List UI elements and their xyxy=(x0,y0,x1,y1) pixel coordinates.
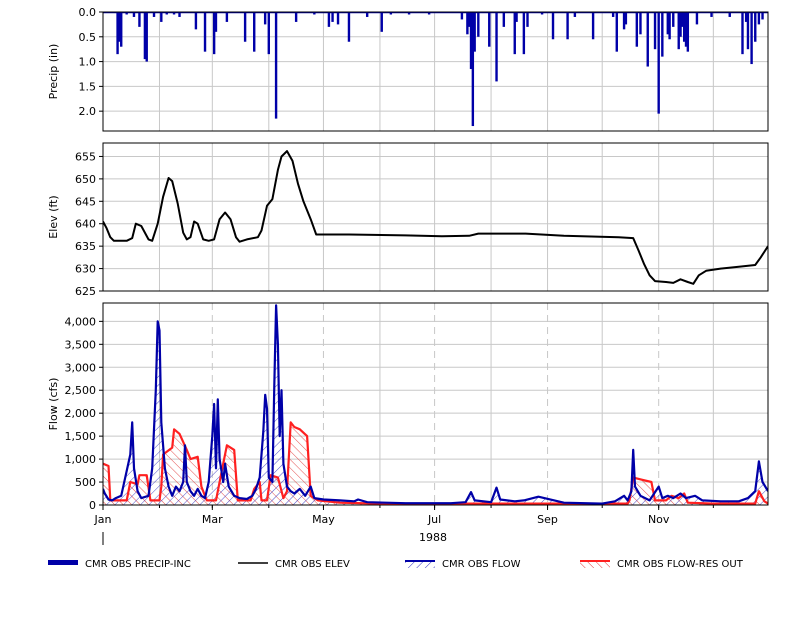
precip-bar xyxy=(214,12,218,32)
precip-bar xyxy=(120,12,123,47)
y-tick-label: 0 xyxy=(89,499,96,512)
x-tick-label: Sep xyxy=(537,513,558,526)
x-tick-label: Mar xyxy=(202,513,223,526)
legend-item: CMR OBS FLOW-RES OUT xyxy=(580,559,744,570)
hydrograph-svg: 0.0 0.5 1.0 1.5 2.0 Precip (in) 625 630 635 640 64… xyxy=(47,6,769,570)
legend-swatch-hatch xyxy=(580,561,610,568)
legend-swatch-hatch xyxy=(405,561,435,568)
elev-line xyxy=(103,150,768,285)
precip-bar xyxy=(160,12,163,22)
precip-bar xyxy=(347,12,351,42)
precip-bar xyxy=(526,12,529,27)
y-tick-label: 1.5 xyxy=(79,80,97,93)
y-tick-label: 640 xyxy=(75,218,96,231)
x-tick-label: Jan xyxy=(94,513,112,526)
legend-item: CMR OBS PRECIP-INC xyxy=(48,559,191,570)
y-tick-label: 650 xyxy=(75,173,96,186)
precip-bar xyxy=(488,12,491,47)
precip-bar xyxy=(746,12,750,50)
y-tick-label: 1,000 xyxy=(65,453,97,466)
precip-bar xyxy=(225,12,229,22)
y-tick-label: 2.0 xyxy=(79,105,97,118)
y-tick-label: 3,000 xyxy=(65,361,97,374)
precip-bar xyxy=(741,12,744,55)
flow-line xyxy=(103,304,768,505)
y-tick-label: 2,000 xyxy=(65,407,97,420)
precip-bar xyxy=(138,12,141,27)
legend-label: CMR OBS PRECIP-INC xyxy=(85,559,191,570)
y-tick-label: 655 xyxy=(75,150,96,163)
precip-bar xyxy=(646,12,649,67)
precip-bar xyxy=(639,12,642,35)
precip-bar xyxy=(757,12,761,25)
y-tick-label: 4,000 xyxy=(65,315,97,328)
flow-hatch xyxy=(103,305,768,505)
precip-bar xyxy=(502,12,506,27)
y-tick-label: 630 xyxy=(75,263,96,276)
precip-bar xyxy=(551,12,555,40)
precip-bar xyxy=(515,12,518,22)
precip-bar xyxy=(657,12,660,114)
precip-bar xyxy=(686,12,690,52)
precip-bar xyxy=(253,12,256,52)
flow-series xyxy=(103,304,768,505)
y-tick-label: 625 xyxy=(75,285,96,298)
y-axis-title: Precip (in) xyxy=(47,44,60,100)
precip-bar xyxy=(695,12,699,25)
precip-bar xyxy=(294,12,298,22)
precip-bar xyxy=(661,12,664,57)
precip-bar xyxy=(380,12,383,32)
precip-bar xyxy=(672,12,675,27)
panel-frame xyxy=(102,302,769,506)
y-tick-label: 1.0 xyxy=(79,56,97,69)
precip-bar xyxy=(263,12,267,25)
precip-bar xyxy=(473,12,476,52)
precip-bars xyxy=(103,12,768,127)
res-out-line xyxy=(103,421,768,505)
y-tick-label: 645 xyxy=(75,195,96,208)
legend-item: CMR OBS ELEV xyxy=(238,559,350,570)
y-axis-title: Elev (ft) xyxy=(47,195,60,238)
y-tick-label: 500 xyxy=(75,476,96,489)
legend-label: CMR OBS FLOW xyxy=(442,559,521,570)
precip-bar xyxy=(331,12,334,22)
precip-bar xyxy=(635,12,639,47)
precip-bar xyxy=(754,12,757,42)
y-tick-label: 635 xyxy=(75,240,96,253)
precip-bar xyxy=(495,12,498,82)
legend-label: CMR OBS FLOW-RES OUT xyxy=(617,559,744,570)
elev-series xyxy=(103,150,768,285)
x-tick-label: May xyxy=(312,513,335,526)
y-tick-label: 1,500 xyxy=(65,430,97,443)
hydrograph-figure: 0.0 0.5 1.0 1.5 2.0 Precip (in) 625 630 635 640 64… xyxy=(0,0,800,627)
precip-bar xyxy=(624,12,628,25)
y-axis-title: Flow (cfs) xyxy=(47,378,60,431)
precip-bar xyxy=(336,12,340,25)
y-tick-label: 0.5 xyxy=(79,31,97,44)
precip-bar xyxy=(566,12,569,40)
x-tick-label: Jul xyxy=(427,513,441,526)
y-tick-label: 0.0 xyxy=(79,6,97,19)
legend-swatch-bar xyxy=(48,560,78,565)
x-axis-title: 1988 xyxy=(419,531,447,544)
legend-label: CMR OBS ELEV xyxy=(275,559,350,570)
precip-bar xyxy=(615,12,618,52)
precip-bar xyxy=(145,12,148,62)
precip-bar xyxy=(274,12,278,119)
precip-bar xyxy=(750,12,753,65)
precip-bar xyxy=(522,12,526,55)
precip-bar xyxy=(668,12,671,40)
precip-bar xyxy=(203,12,207,52)
y-tick-label: 2,500 xyxy=(65,384,97,397)
precip-bar xyxy=(194,12,198,30)
precip-bar xyxy=(591,12,595,40)
precip-bar xyxy=(327,12,331,27)
y-tick-label: 3,500 xyxy=(65,338,97,351)
legend-item: CMR OBS FLOW xyxy=(405,559,521,570)
precip-bar xyxy=(243,12,247,42)
x-tick-label: Nov xyxy=(648,513,670,526)
precip-bar xyxy=(477,12,480,37)
precip-bar xyxy=(653,12,657,50)
precip-bar xyxy=(267,12,270,55)
